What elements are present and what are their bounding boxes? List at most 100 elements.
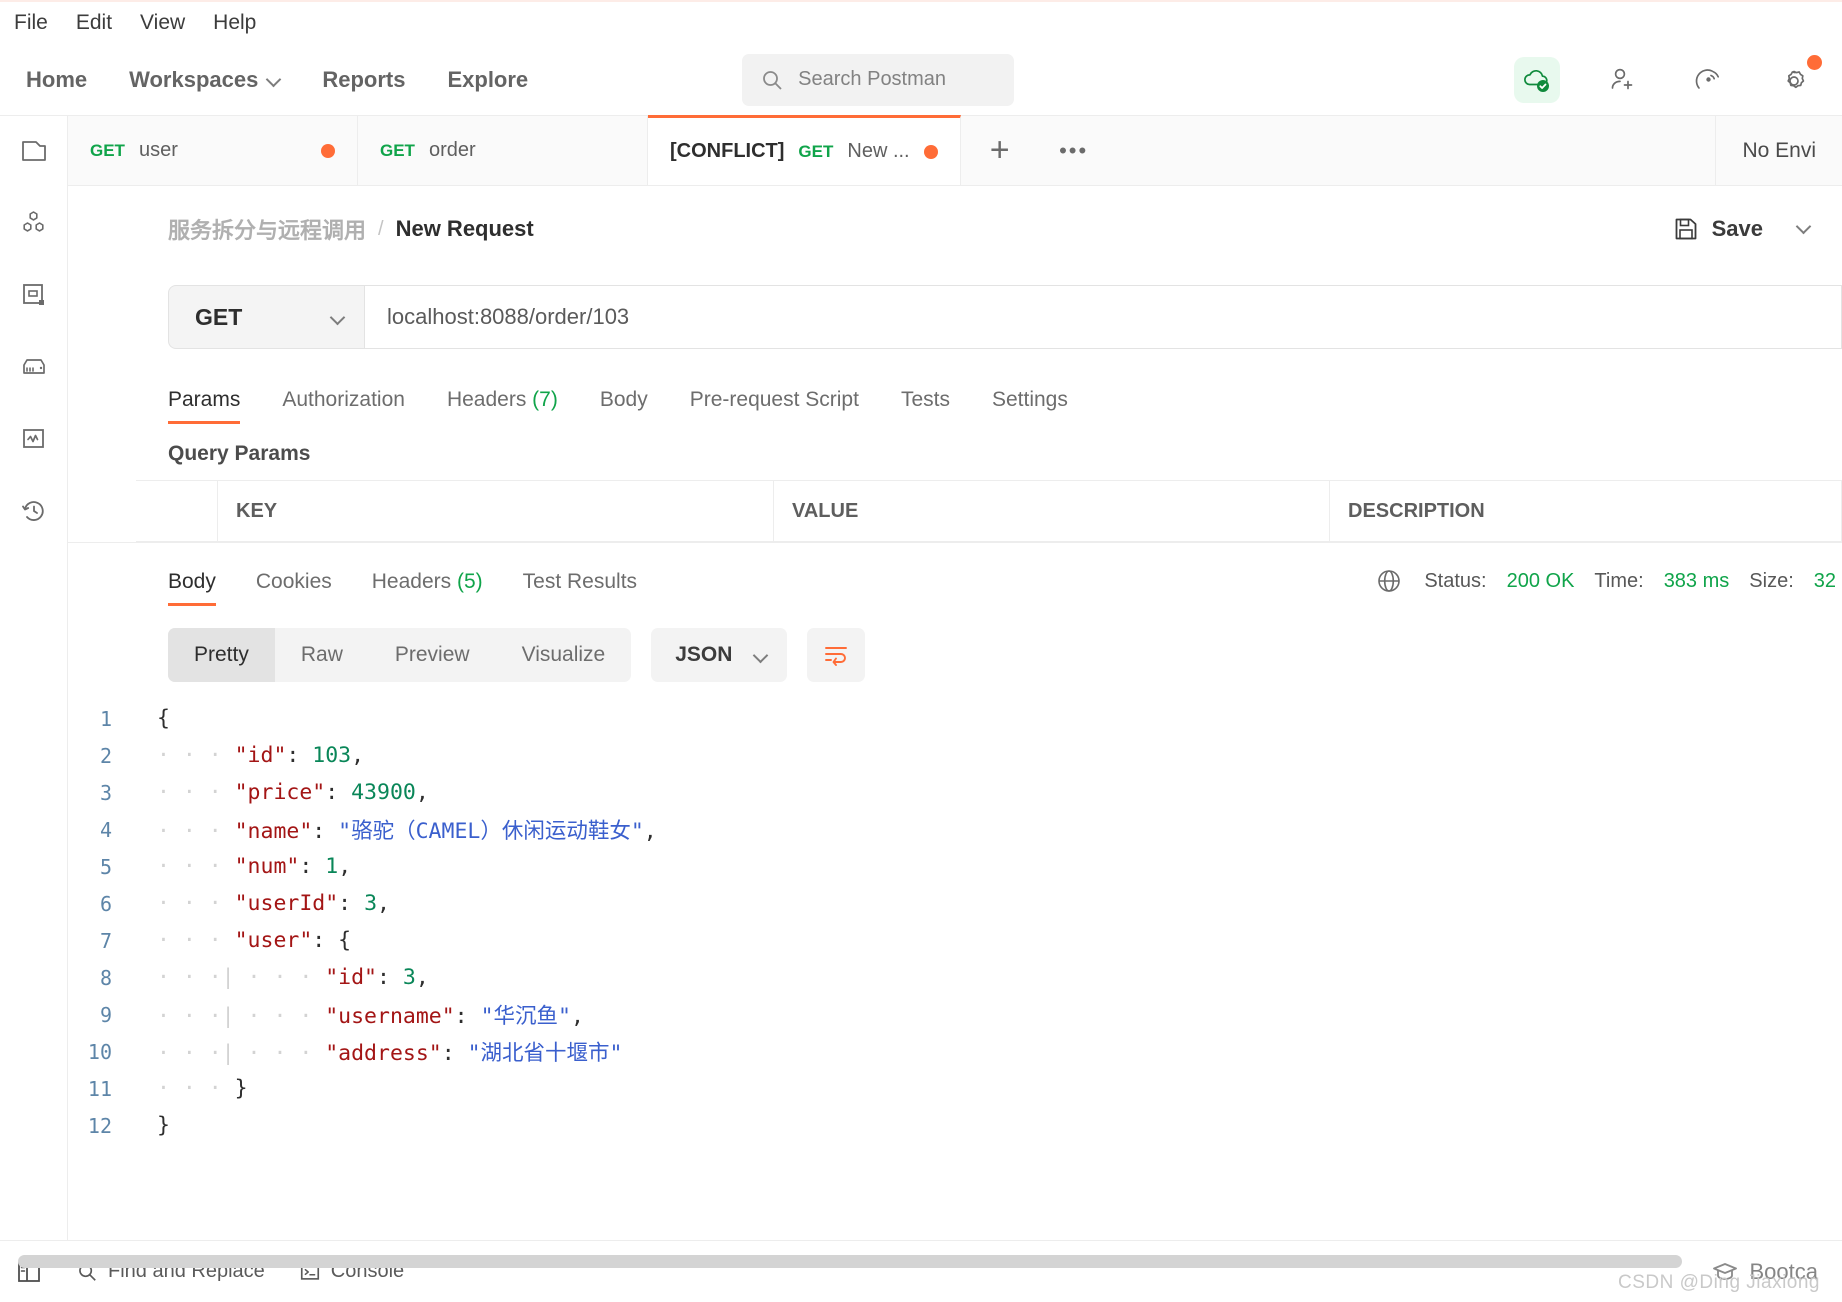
code-token: : — [312, 928, 339, 953]
menu-item-file[interactable]: File — [14, 11, 48, 35]
save-button[interactable]: Save — [1653, 204, 1783, 254]
url-input[interactable]: localhost:8088/order/103 — [364, 285, 1842, 349]
view-mode-pretty[interactable]: Pretty — [168, 628, 275, 682]
code-token: } — [234, 1076, 248, 1101]
request-tab-new-request[interactable]: [CONFLICT] GET New ... — [648, 115, 961, 185]
unsaved-indicator — [923, 144, 938, 159]
response-tab-headers[interactable]: Headers (5) — [372, 570, 483, 606]
save-dropdown-button[interactable] — [1783, 220, 1832, 238]
code-token: "price" — [234, 780, 326, 805]
indent-guides: · · · — [144, 743, 235, 768]
code-line: 8 · · ·| · · · "id": 3, — [68, 959, 1842, 996]
tab-settings[interactable]: Settings — [992, 388, 1068, 424]
indent-guides: · · · — [144, 891, 235, 916]
code-token: , — [643, 819, 657, 844]
sidebar-item-history[interactable] — [17, 494, 51, 528]
menu-item-edit[interactable]: Edit — [76, 11, 112, 35]
sidebar-item-monitors[interactable] — [17, 422, 51, 456]
indent-guides — [144, 706, 157, 731]
param-column-key: KEY — [218, 481, 774, 541]
response-format-select[interactable]: JSON — [651, 628, 788, 682]
request-section-tabs: Params Authorization Headers (7) Body Pr… — [68, 362, 1842, 424]
line-number: 5 — [99, 854, 112, 879]
response-tab-body[interactable]: Body — [168, 570, 216, 606]
code-token: { — [338, 928, 352, 953]
top-nav-actions — [1514, 54, 1822, 103]
settings-notification-badge — [1807, 54, 1822, 70]
tab-params-label: Params — [168, 388, 241, 411]
satellite-icon[interactable] — [1686, 57, 1732, 103]
tab-tests[interactable]: Tests — [901, 388, 950, 424]
code-line-content: · · · } — [144, 1076, 248, 1101]
menu-bar: File Edit View Help — [0, 0, 1842, 44]
sidebar-item-environments[interactable] — [17, 278, 51, 312]
nav-explore[interactable]: Explore — [447, 67, 528, 93]
tab-body[interactable]: Body — [600, 388, 648, 424]
search-input[interactable]: Search Postman — [742, 53, 1015, 106]
response-view-toolbar: Pretty Raw Preview Visualize JSON — [68, 606, 1842, 688]
line-number: 12 — [87, 1113, 112, 1138]
response-section-tabs: Body Cookies Headers (5) Test Results St… — [68, 542, 1842, 606]
code-token: , — [415, 780, 429, 805]
tab-authorization[interactable]: Authorization — [282, 388, 405, 424]
tab-title: user — [138, 139, 178, 161]
horizontal-scrollbar[interactable] — [18, 1255, 1682, 1268]
http-method-select[interactable]: GET — [168, 285, 364, 349]
code-token: 43900 — [351, 780, 416, 805]
response-tab-test-results[interactable]: Test Results — [523, 570, 637, 606]
breadcrumb-workspace[interactable]: 服务拆分与远程调用 — [168, 213, 366, 245]
request-tab-order[interactable]: GET order — [358, 116, 648, 185]
tab-settings-label: Settings — [991, 388, 1068, 411]
new-tab-button[interactable]: + — [961, 116, 1039, 185]
sidebar-item-mock-servers[interactable] — [17, 350, 51, 384]
sidebar-item-collections[interactable] — [17, 134, 51, 168]
invite-user-glyph — [1611, 68, 1633, 89]
invite-user-icon[interactable] — [1600, 57, 1646, 103]
environment-selector[interactable]: No Envi — [1715, 116, 1842, 185]
tab-options-button[interactable]: ••• — [1039, 116, 1109, 185]
code-token: : — [312, 819, 339, 844]
globe-icon[interactable] — [1374, 566, 1404, 596]
menu-item-help[interactable]: Help — [213, 11, 256, 35]
request-tab-user[interactable]: GET user — [68, 116, 358, 185]
response-tab-headers-label: Headers — [371, 570, 452, 593]
word-wrap-button[interactable] — [807, 628, 866, 682]
sidebar-item-apis[interactable] — [17, 206, 51, 240]
code-token: "湖北省十堰市" — [467, 1041, 623, 1066]
chevron-down-icon — [331, 311, 344, 324]
menu-item-view[interactable]: View — [140, 11, 185, 35]
code-token: { — [156, 706, 170, 731]
code-token: 3 — [402, 965, 416, 990]
url-bar: GET localhost:8088/order/103 — [68, 272, 1842, 362]
response-body-code[interactable]: 1 {2 · · · "id": 103, 3 · · · "price": 43… — [68, 688, 1842, 1240]
request-pane: GET user GET order [CONFLICT] GET New ..… — [68, 115, 1842, 1240]
tab-params[interactable]: Params — [168, 388, 241, 424]
view-mode-preview[interactable]: Preview — [369, 628, 496, 682]
size-label: Size: — [1749, 569, 1794, 592]
response-tab-body-label: Body — [168, 570, 216, 593]
tab-pre-request-script[interactable]: Pre-request Script — [690, 388, 859, 424]
indent-guides: · · ·| · · · — [144, 1004, 326, 1029]
indent-guides: · · ·| · · · — [144, 1041, 326, 1066]
query-params-table-header: KEY VALUE DESCRIPTION — [136, 480, 1842, 542]
tab-headers-label: Headers — [446, 388, 527, 411]
code-line-content: · · ·| · · · "id": 3, — [144, 965, 429, 990]
page-title: New Request — [395, 216, 534, 241]
response-tab-cookies[interactable]: Cookies — [256, 570, 332, 606]
code-token: , — [338, 854, 352, 879]
watermark: CSDN @Ding Jiaxiong — [1618, 1272, 1820, 1293]
view-mode-visualize[interactable]: Visualize — [496, 628, 632, 682]
view-mode-raw[interactable]: Raw — [275, 628, 369, 682]
nav-home[interactable]: Home — [26, 67, 87, 93]
code-token: "userId" — [234, 891, 339, 916]
code-line: 4 · · · "name": "骆驼（CAMEL）休闲运动鞋女", — [68, 811, 1842, 848]
tab-headers[interactable]: Headers (7) — [447, 388, 558, 424]
mock-servers-icon — [22, 359, 45, 374]
settings-gear-icon[interactable] — [1772, 54, 1822, 103]
nav-reports[interactable]: Reports — [322, 67, 405, 93]
time-label: Time: — [1594, 569, 1644, 592]
code-token: "name" — [234, 819, 313, 844]
cloud-check-icon[interactable] — [1514, 56, 1560, 103]
param-select-all-cell[interactable] — [136, 481, 218, 541]
nav-workspaces[interactable]: Workspaces — [129, 67, 280, 93]
